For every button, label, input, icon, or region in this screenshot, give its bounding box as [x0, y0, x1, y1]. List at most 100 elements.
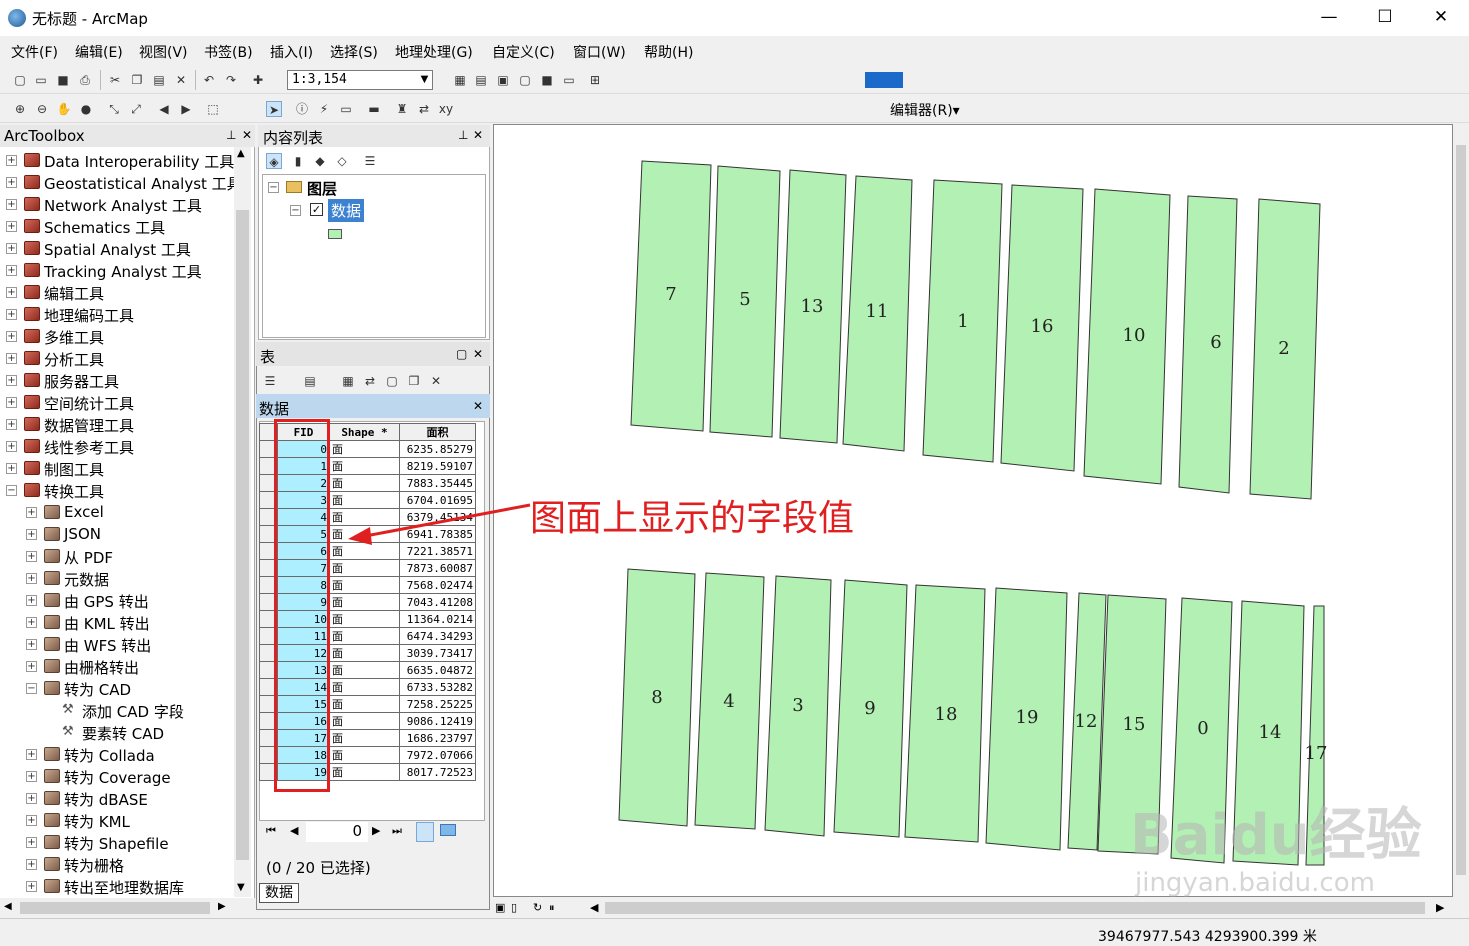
- scroll-left-icon[interactable]: ◀: [590, 901, 598, 914]
- scroll-up-icon[interactable]: ▲: [237, 148, 245, 159]
- search-window-icon[interactable]: ▢: [517, 72, 533, 88]
- scroll-down-icon[interactable]: ▼: [237, 882, 245, 893]
- open-folder-icon[interactable]: ▭: [33, 72, 49, 88]
- last-record-icon[interactable]: ⏭: [392, 824, 402, 838]
- expand-icon[interactable]: +: [6, 463, 17, 474]
- shape-cell[interactable]: 面: [329, 746, 400, 764]
- show-all-records-icon[interactable]: [416, 822, 434, 842]
- toolbox-scroll-thumb[interactable]: [236, 210, 249, 860]
- expand-icon[interactable]: +: [26, 837, 37, 848]
- expand-icon[interactable]: +: [26, 639, 37, 650]
- show-selected-records-icon[interactable]: [440, 824, 456, 836]
- shape-cell[interactable]: 面: [329, 457, 400, 475]
- expand-icon[interactable]: +: [6, 331, 17, 342]
- close-button[interactable]: ✕: [1413, 0, 1469, 36]
- delete-selected-icon[interactable]: ✕: [428, 373, 444, 389]
- expand-icon[interactable]: +: [26, 551, 37, 562]
- menu-edit[interactable]: 编辑(E): [75, 42, 123, 62]
- color-swatch-icon[interactable]: [865, 72, 903, 88]
- close-icon[interactable]: ✕: [473, 399, 483, 413]
- area-cell[interactable]: 1686.23797: [399, 729, 476, 747]
- next-record-icon[interactable]: ▶: [372, 824, 380, 837]
- refresh-icon[interactable]: ↻: [533, 901, 542, 914]
- select-by-attributes-icon[interactable]: ▦: [340, 373, 356, 389]
- collapse-icon[interactable]: −: [6, 485, 17, 496]
- menu-bookmarks[interactable]: 书签(B): [204, 42, 253, 62]
- shape-cell[interactable]: 面: [329, 610, 400, 628]
- shape-cell[interactable]: 面: [329, 678, 400, 696]
- shape-cell[interactable]: 面: [329, 712, 400, 730]
- save-icon[interactable]: ■: [55, 72, 71, 88]
- expand-icon[interactable]: +: [26, 529, 37, 540]
- area-cell[interactable]: 6733.53282: [399, 678, 476, 696]
- collapse-icon[interactable]: −: [290, 205, 301, 216]
- expand-icon[interactable]: +: [26, 771, 37, 782]
- menu-view[interactable]: 视图(V): [139, 42, 188, 62]
- identify-icon[interactable]: ⓘ: [294, 101, 310, 117]
- area-cell[interactable]: 7883.35445: [399, 474, 476, 492]
- expand-icon[interactable]: +: [6, 419, 17, 430]
- expand-icon[interactable]: +: [6, 375, 17, 386]
- back-extent-icon[interactable]: ◀: [156, 101, 172, 117]
- shape-cell[interactable]: 面: [329, 695, 400, 713]
- area-cell[interactable]: 7043.41208: [399, 593, 476, 611]
- table-options-icon[interactable]: ☰: [262, 373, 278, 389]
- menu-insert[interactable]: 插入(I): [270, 42, 313, 62]
- scroll-right-icon[interactable]: ▶: [1436, 901, 1444, 914]
- clear-selection-icon[interactable]: ▢: [384, 373, 400, 389]
- full-extent-icon[interactable]: ●: [78, 101, 94, 117]
- paste-icon[interactable]: ▤: [151, 72, 167, 88]
- fixed-zoom-out-icon[interactable]: ⤢: [128, 101, 144, 117]
- menu-customize[interactable]: 自定义(C): [492, 42, 555, 62]
- area-cell[interactable]: 8017.72523: [399, 763, 476, 781]
- first-record-icon[interactable]: ⏮: [266, 824, 276, 838]
- map-vscroll-thumb[interactable]: [1456, 145, 1466, 875]
- layer-symbol-swatch[interactable]: [328, 229, 342, 239]
- layer-name[interactable]: 数据: [328, 199, 365, 222]
- html-popup-icon[interactable]: ▭: [338, 101, 354, 117]
- expand-icon[interactable]: +: [6, 177, 17, 188]
- expand-icon[interactable]: +: [26, 793, 37, 804]
- switch-selection-icon[interactable]: ⇄: [362, 373, 378, 389]
- expand-icon[interactable]: +: [26, 815, 37, 826]
- shape-cell[interactable]: 面: [329, 661, 400, 679]
- list-by-selection-icon[interactable]: ◇: [334, 153, 350, 169]
- forward-extent-icon[interactable]: ▶: [178, 101, 194, 117]
- menu-windows[interactable]: 窗口(W): [573, 42, 626, 62]
- table-of-contents-icon[interactable]: ▤: [473, 72, 489, 88]
- select-elements-icon[interactable]: ➤: [266, 101, 282, 117]
- shape-cell[interactable]: 面: [329, 559, 400, 577]
- close-icon[interactable]: ✕: [242, 128, 252, 142]
- expand-icon[interactable]: +: [6, 287, 17, 298]
- expand-icon[interactable]: +: [26, 881, 37, 892]
- scroll-left-icon[interactable]: ◀: [4, 901, 12, 912]
- model-builder-icon[interactable]: ⊞: [587, 72, 603, 88]
- area-cell[interactable]: 9086.12419: [399, 712, 476, 730]
- collapse-icon[interactable]: −: [26, 683, 37, 694]
- shape-cell[interactable]: 面: [329, 729, 400, 747]
- shape-cell[interactable]: 面: [329, 763, 400, 781]
- delete-icon[interactable]: ✕: [173, 72, 189, 88]
- area-cell[interactable]: 7873.60087: [399, 559, 476, 577]
- expand-icon[interactable]: +: [6, 221, 17, 232]
- menu-selection[interactable]: 选择(S): [330, 42, 378, 62]
- expand-icon[interactable]: +: [6, 441, 17, 452]
- copy-selected-icon[interactable]: ❐: [406, 373, 422, 389]
- editor-menu[interactable]: 编辑器(R)▾: [890, 100, 960, 120]
- zoom-out-icon[interactable]: ⊖: [34, 101, 50, 117]
- map-hscroll-thumb[interactable]: [605, 902, 1425, 914]
- fixed-zoom-in-icon[interactable]: ⤡: [106, 101, 122, 117]
- maximize-icon[interactable]: ▢: [456, 347, 467, 361]
- record-index-input[interactable]: 0: [306, 822, 368, 842]
- go-to-xy-icon[interactable]: xy: [438, 101, 454, 117]
- area-cell[interactable]: 8219.59107: [399, 457, 476, 475]
- zoom-in-icon[interactable]: ⊕: [12, 101, 28, 117]
- area-cell[interactable]: 6635.04872: [399, 661, 476, 679]
- layout-view-icon[interactable]: ▯: [511, 901, 517, 914]
- menu-file[interactable]: 文件(F): [11, 42, 58, 62]
- expand-icon[interactable]: +: [26, 617, 37, 628]
- area-cell[interactable]: 7258.25225: [399, 695, 476, 713]
- expand-icon[interactable]: +: [26, 749, 37, 760]
- menu-help[interactable]: 帮助(H): [644, 42, 693, 62]
- pin-icon[interactable]: ⊥: [458, 128, 468, 142]
